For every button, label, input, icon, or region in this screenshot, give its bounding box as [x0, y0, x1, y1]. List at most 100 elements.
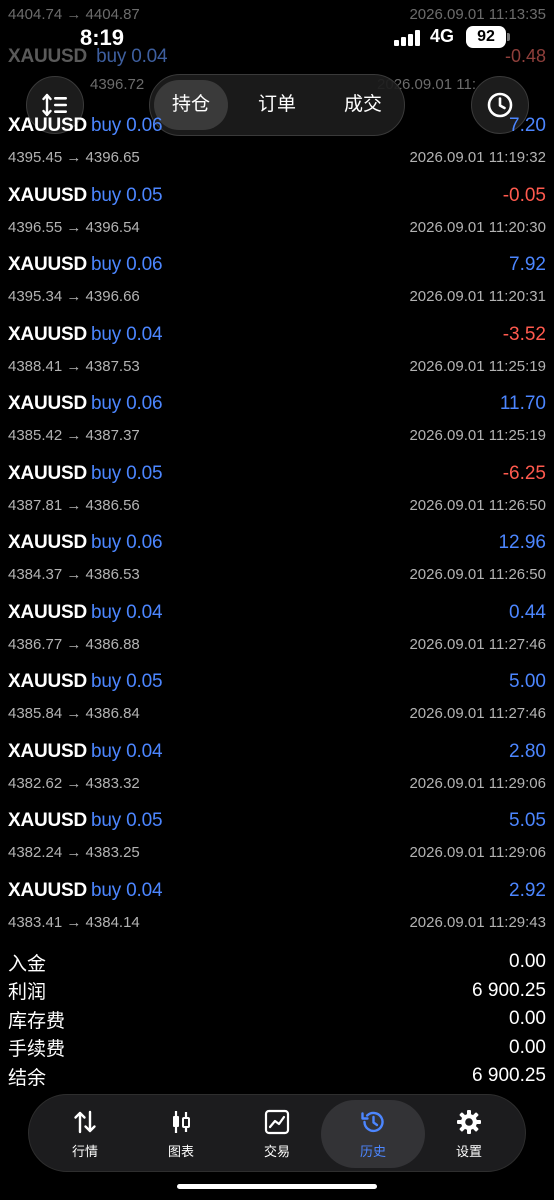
deal-profit: -0.05	[502, 184, 546, 206]
quotes-arrows-icon	[74, 1110, 96, 1133]
summary-value: 6 900.25	[472, 1065, 546, 1087]
summary-label: 库存费	[8, 1010, 66, 1032]
deal-side: buy 0.06	[91, 254, 163, 275]
deal-side: buy 0.04	[91, 601, 163, 623]
deal-symbol: XAUUSD	[8, 393, 88, 414]
signal-icon	[394, 30, 420, 46]
deal-symbol: XAUUSD	[8, 671, 88, 692]
gear-icon	[457, 1109, 481, 1134]
summary-value: 0.00	[509, 951, 546, 973]
tab-history[interactable]: 历史	[321, 1100, 425, 1168]
deal-symbol: XAUUSD	[8, 879, 88, 901]
deal-side: buy 0.06	[91, 115, 163, 136]
deal-prices: 4383.41 → 4384.14	[8, 913, 140, 931]
summary-balance: 结余 6 900.25	[8, 1062, 546, 1091]
battery-icon: 92	[466, 26, 506, 48]
summary-label: 手续费	[8, 1039, 66, 1061]
tab-quotes[interactable]: 行情	[39, 1100, 131, 1168]
deal-profit: 7.20	[509, 115, 546, 136]
deal-profit: -3.52	[502, 323, 546, 345]
tab-label: 设置	[455, 1143, 482, 1159]
deal-symbol: XAUUSD	[8, 184, 88, 206]
summary-value: 0.00	[509, 1008, 546, 1030]
deal-prices: 4388.41 → 4387.53	[8, 357, 140, 375]
summary-commission: 手续费 0.00	[8, 1034, 546, 1063]
deal-row[interactable]: XAUUSD buy 0.04 2.92 4383.41 → 4384.14 20…	[8, 880, 546, 940]
deal-prices: 4396.55 → 4396.54	[8, 218, 140, 236]
deal-row[interactable]: XAUUSD buy 0.06 12.96 4384.37 → 4386.53 2…	[8, 532, 546, 592]
deal-time: 2026.09.01 11:29:06	[409, 774, 546, 792]
deal-row[interactable]: XAUUSD buy 0.06 11.70 4385.42 → 4387.37 2…	[8, 393, 546, 453]
deal-row[interactable]: XAUUSD buy 0.05 -0.05 4396.55 → 4396.54 2…	[8, 185, 546, 245]
deal-symbol: XAUUSD	[8, 601, 88, 623]
deal-symbol: XAUUSD	[8, 810, 88, 831]
summary-value: 6 900.25	[472, 979, 546, 1001]
deal-row[interactable]: XAUUSD buy 0.04 -3.52 4388.41 → 4387.53 2…	[8, 324, 546, 384]
deal-side: buy 0.06	[91, 532, 163, 553]
deal-time: 2026.09.01 11:25:19	[409, 357, 546, 375]
battery-tip	[507, 33, 510, 41]
summary-value: 0.00	[509, 1036, 546, 1058]
deal-profit: 11.70	[499, 393, 546, 414]
deal-row[interactable]: XAUUSD buy 0.05 5.05 4382.24 → 4383.25 20…	[8, 810, 546, 870]
summary-label: 入金	[8, 953, 47, 975]
deal-time: 2026.09.01 11:27:46	[409, 635, 546, 653]
deal-prices: 4382.24 → 4383.25	[8, 844, 140, 861]
deal-symbol: XAUUSD	[8, 740, 88, 762]
deal-symbol: XAUUSD	[8, 115, 88, 136]
deal-profit: 12.96	[498, 532, 546, 553]
deal-row[interactable]: XAUUSD buy 0.06 7.92 4395.34 → 4396.66 20…	[8, 254, 546, 314]
deal-profit: 0.44	[509, 601, 546, 623]
deal-symbol: XAUUSD	[8, 462, 88, 484]
network-label: 4G	[430, 26, 455, 46]
tab-chart[interactable]: 图表	[135, 1100, 227, 1168]
deal-prices: 4382.62 → 4383.32	[8, 774, 140, 792]
tab-label: 历史	[359, 1143, 386, 1159]
summary-deposit: 入金 0.00	[8, 948, 546, 977]
deal-time: 2026.09.01 11:20:31	[409, 288, 546, 305]
deal-time: 2026.09.01 11:29:43	[409, 913, 546, 931]
summary-label: 结余	[8, 1067, 47, 1089]
deal-side: buy 0.05	[91, 810, 163, 831]
candlestick-chart-icon	[173, 1110, 190, 1133]
deal-time: 2026.09.01 11:20:30	[409, 218, 546, 236]
status-time: 8:19	[80, 25, 125, 50]
deal-profit: 5.05	[509, 810, 546, 831]
bottom-tab-bar: 行情 图表 交易 历史 设置	[28, 1094, 526, 1172]
history-clock-icon	[361, 1111, 384, 1132]
deal-time: 2026.09.01 11:26:50	[409, 566, 546, 583]
deal-prices: 4395.34 → 4396.66	[8, 288, 140, 305]
deal-time: 2026.09.01 11:25:19	[409, 427, 546, 444]
deal-prices: 4384.37 → 4386.53	[8, 566, 140, 583]
deal-time: 2026.09.01 11:27:46	[409, 705, 546, 722]
deal-prices: 4387.81 → 4386.56	[8, 496, 140, 514]
deal-time: 2026.09.01 11:26:50	[409, 496, 546, 514]
deal-time: 2026.09.01 11:19:32	[409, 149, 546, 166]
deal-row[interactable]: XAUUSD buy 0.04 2.80 4382.62 → 4383.32 20…	[8, 741, 546, 801]
deal-row[interactable]: XAUUSD buy 0.05 -6.25 4387.81 → 4386.56 2…	[8, 463, 546, 523]
tab-label: 交易	[263, 1143, 290, 1159]
deal-side: buy 0.04	[91, 740, 163, 762]
deal-profit: -6.25	[502, 462, 546, 484]
deal-time: 2026.09.01 11:29:06	[409, 844, 546, 861]
deal-prices: 4395.45 → 4396.65	[8, 149, 140, 166]
deal-side: buy 0.04	[91, 879, 163, 901]
tab-trade[interactable]: 交易	[231, 1100, 323, 1168]
status-bar: 8:19 4G 92	[0, 0, 554, 70]
tab-label: 行情	[71, 1143, 98, 1159]
trade-chart-icon	[264, 1109, 290, 1134]
deal-side: buy 0.05	[91, 184, 163, 206]
deal-symbol: XAUUSD	[8, 532, 88, 553]
deal-side: buy 0.05	[91, 671, 163, 692]
tab-settings[interactable]: 设置	[423, 1100, 515, 1168]
summary-label: 利润	[8, 982, 47, 1004]
deal-row[interactable]: XAUUSD buy 0.04 0.44 4386.77 → 4386.88 20…	[8, 602, 546, 662]
deal-prices: 4386.77 → 4386.88	[8, 635, 140, 653]
deal-profit: 2.80	[509, 740, 546, 762]
deal-row[interactable]: XAUUSD buy 0.06 7.20 4395.45 → 4396.65 20…	[8, 115, 546, 175]
deal-prices: 4385.42 → 4387.37	[8, 427, 140, 444]
history-summary: 入金 0.00 利润 6 900.25 库存费 0.00 手续费 0.00 结余…	[8, 948, 546, 1091]
summary-profit: 利润 6 900.25	[8, 977, 546, 1006]
deal-prices: 4385.84 → 4386.84	[8, 705, 140, 722]
deal-row[interactable]: XAUUSD buy 0.05 5.00 4385.84 → 4386.84 20…	[8, 671, 546, 731]
